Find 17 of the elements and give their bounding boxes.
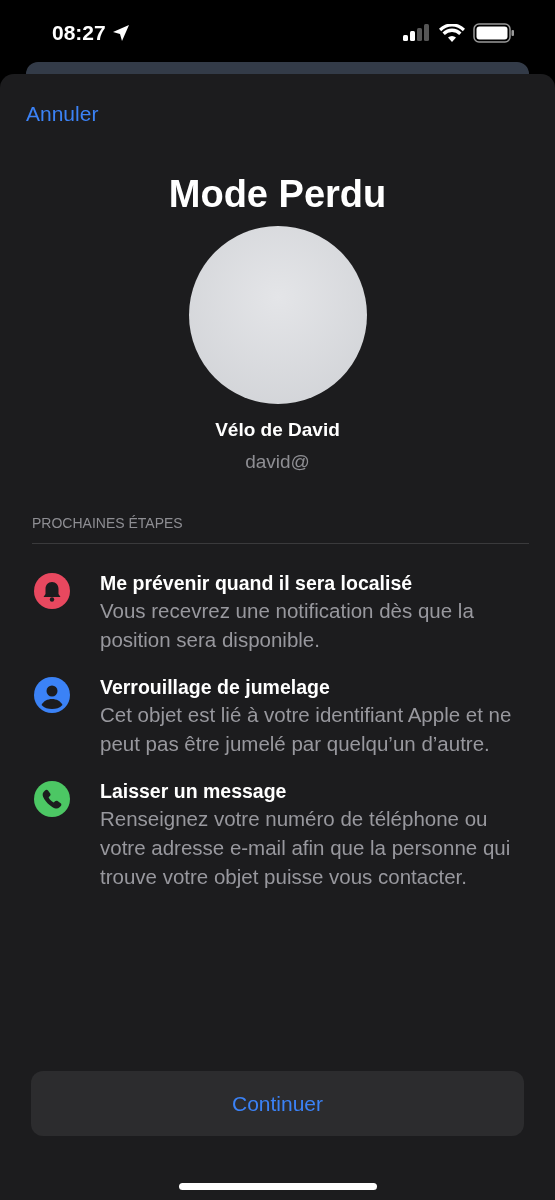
section-header: PROCHAINES ÉTAPES xyxy=(32,514,183,531)
location-arrow-icon xyxy=(111,24,130,42)
status-time: 08:27 xyxy=(52,20,106,47)
step-title: Verrouillage de jumelage xyxy=(100,674,331,700)
step-description: Vous recevrez une notification dès que la position sera disponible. xyxy=(100,597,475,653)
cancel-button[interactable]: Annuler xyxy=(26,98,99,130)
signal-icon xyxy=(403,24,431,42)
step-title: Me prévenir quand il sera localisé xyxy=(100,570,414,596)
page-title: Mode Perdu xyxy=(167,171,388,216)
step-description: Renseignez votre numéro de téléphone ou votre adresse e-mail afin que la personne qui trouve votre objet puisse vous contacter. xyxy=(100,805,512,890)
device-name: Vélo de David xyxy=(214,417,341,442)
battery-icon xyxy=(473,23,515,43)
account-email: david@ xyxy=(244,450,311,474)
step-title: Laisser un message xyxy=(100,778,288,804)
step-description: Cet objet est lié à votre identifiant Apple et ne peut pas être jumelé par quelqu’un d’autre. xyxy=(100,701,513,757)
continue-button[interactable]: Continuer xyxy=(31,1071,524,1136)
wifi-icon xyxy=(439,23,465,43)
